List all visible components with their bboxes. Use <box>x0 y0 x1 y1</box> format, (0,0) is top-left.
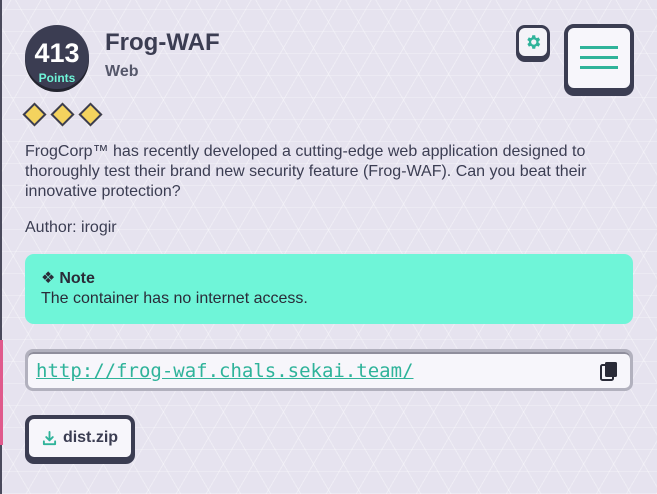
note-callout: ❖ Note The container has no internet acc… <box>25 254 633 324</box>
challenge-description: FrogCorp™ has recently developed a cutti… <box>25 143 587 200</box>
challenge-category: Web <box>105 63 139 80</box>
settings-button[interactable] <box>516 25 550 59</box>
difficulty-rating <box>22 102 103 127</box>
gear-icon <box>527 35 541 49</box>
diamond-icon <box>22 102 47 127</box>
challenge-author: Author: irogir <box>25 219 117 236</box>
download-icon <box>42 430 56 445</box>
diamond-icon <box>50 102 75 127</box>
diamond-icon <box>78 102 103 127</box>
attachment-label: dist.zip <box>62 429 119 446</box>
download-attachment-button[interactable]: dist.zip <box>25 415 135 461</box>
challenge-title: Frog-WAF <box>105 29 220 56</box>
clipboard-copy-icon[interactable] <box>600 361 618 381</box>
points-value: 413 <box>34 38 80 68</box>
note-body: The container has no internet access. <box>41 290 308 307</box>
points-badge: 413 Points <box>25 25 89 89</box>
connection-url-box: http://frog-waf.chals.sekai.team/ <box>25 349 633 391</box>
note-symbol-icon: ❖ <box>41 270 56 287</box>
note-title-row: ❖ Note <box>41 269 617 289</box>
menu-button[interactable] <box>564 24 634 92</box>
left-accent-bar <box>0 340 3 445</box>
connection-url-link[interactable]: http://frog-waf.chals.sekai.team/ <box>36 360 414 382</box>
note-title: Note <box>59 270 95 287</box>
points-label: Points <box>38 71 76 85</box>
hamburger-menu-icon <box>580 46 618 69</box>
